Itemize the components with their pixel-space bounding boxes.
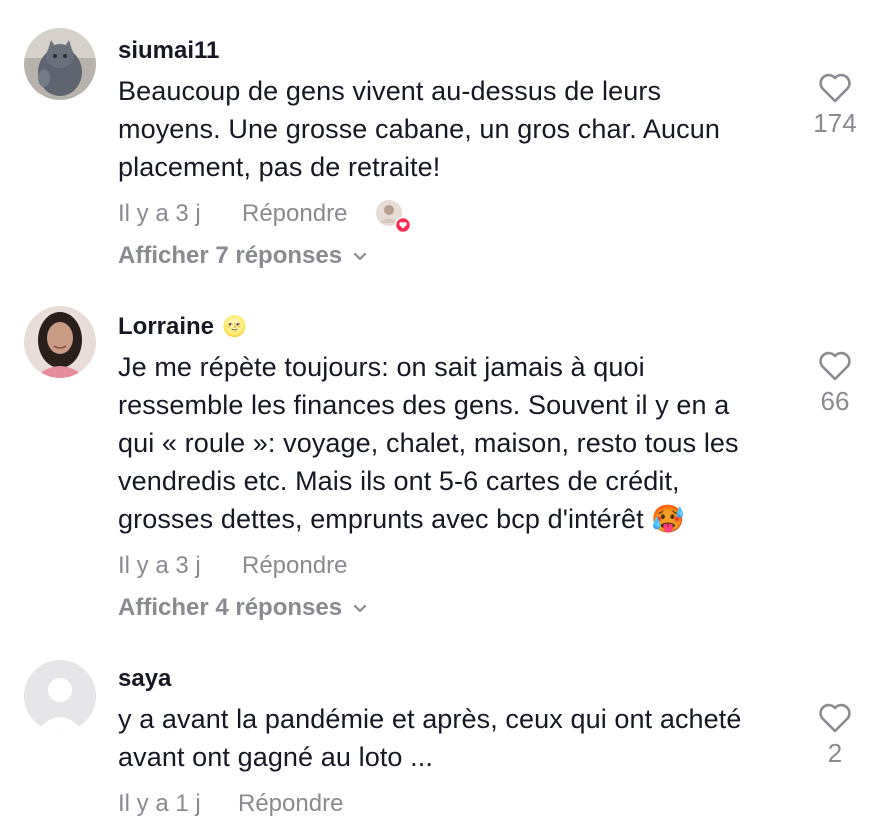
timestamp: Il y a 3 j [118, 552, 201, 579]
heart-outline-icon [819, 351, 851, 381]
comment-text: Beaucoup de gens vivent au-dessus de leu… [118, 76, 720, 182]
like-button[interactable]: 174 [800, 72, 870, 139]
timestamp: Il y a 3 j [118, 200, 201, 227]
like-button[interactable]: 66 [800, 350, 870, 417]
reply-button[interactable]: Répondre [242, 552, 347, 580]
username[interactable]: saya [118, 664, 808, 694]
heart-outline-icon [819, 703, 851, 733]
username[interactable]: Lorraine 🌝 [118, 312, 808, 342]
heart-badge-icon [395, 217, 412, 233]
creator-liked-badge [375, 199, 412, 233]
like-count: 174 [813, 108, 857, 138]
like-button[interactable]: 2 [800, 702, 870, 769]
reply-button[interactable]: Répondre [238, 790, 343, 818]
comment-meta: Il y a 1 j Répondre [118, 788, 808, 820]
avatar[interactable] [24, 660, 96, 732]
reply-button[interactable]: Répondre [242, 200, 347, 228]
avatar[interactable] [24, 28, 96, 100]
username[interactable]: siumai11 [118, 36, 808, 66]
woman-avatar-image [24, 306, 96, 378]
heart-outline-icon [819, 73, 851, 103]
comment-text: Je me répète toujours: on sait jamais à … [118, 352, 739, 534]
avatar[interactable] [24, 306, 96, 378]
timestamp: Il y a 1 j [118, 790, 201, 817]
comment-meta: Il y a 3 j Répondre [118, 550, 808, 582]
chevron-down-icon [353, 252, 367, 261]
default-avatar-icon [24, 660, 96, 732]
like-count: 2 [827, 738, 843, 768]
full-moon-face-emoji: 🌝 [222, 316, 247, 338]
like-count: 66 [820, 386, 850, 416]
chevron-down-icon [353, 604, 367, 613]
comment-meta: Il y a 3 j Répondre [118, 198, 808, 233]
cat-avatar-image [24, 28, 96, 100]
comment-text: y a avant la pandémie et après, ceux qui… [118, 704, 742, 772]
view-replies-button[interactable]: Afficher 7 réponses [118, 242, 808, 270]
view-replies-button[interactable]: Afficher 4 réponses [118, 594, 808, 622]
